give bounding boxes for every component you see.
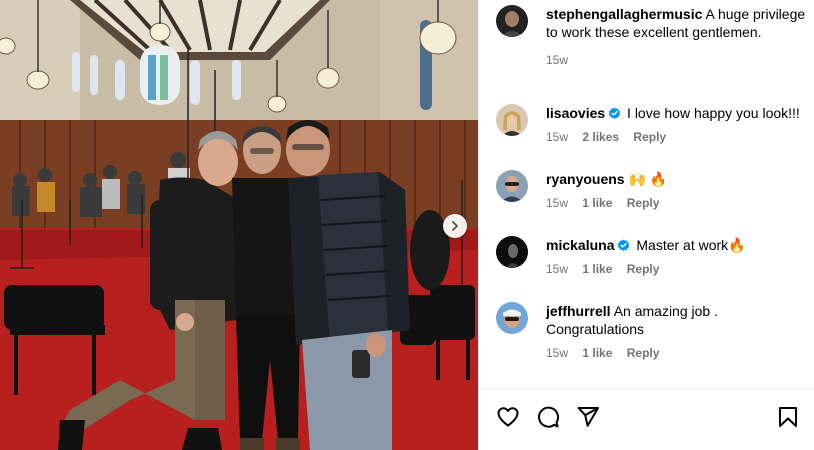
avatar[interactable] (496, 236, 528, 268)
post-photo (0, 0, 478, 450)
comment-text: Master at work🔥 (636, 237, 746, 253)
divider (479, 388, 814, 389)
reply-button[interactable]: Reply (627, 262, 660, 276)
avatar[interactable] (496, 5, 528, 37)
share-icon (577, 407, 599, 427)
comment-button[interactable] (534, 403, 562, 431)
reply-button[interactable]: Reply (627, 196, 660, 210)
verified-badge-icon (618, 239, 630, 251)
bookmark-icon (779, 407, 797, 427)
heart-icon (497, 407, 519, 427)
profile-photo-icon (496, 5, 528, 37)
comment-likes[interactable]: 1 like (582, 262, 612, 276)
avatar[interactable] (496, 104, 528, 136)
profile-photo-icon (496, 170, 528, 202)
comment-icon (538, 406, 560, 428)
save-button[interactable] (774, 403, 802, 431)
comment-time[interactable]: 15w (546, 346, 568, 360)
avatar[interactable] (496, 302, 528, 334)
next-photo-button[interactable] (443, 214, 467, 238)
comment-likes[interactable]: 1 like (582, 196, 612, 210)
comment-username[interactable]: mickaluna (546, 237, 614, 253)
caption-time[interactable]: 15w (546, 53, 568, 67)
comment-username[interactable]: lisaovies (546, 105, 605, 121)
reply-button[interactable]: Reply (633, 130, 666, 144)
verified-badge-icon (608, 107, 621, 119)
caption-username[interactable]: stephengallaghermusic (546, 6, 702, 22)
comment-time[interactable]: 15w (546, 262, 568, 276)
avatar[interactable] (496, 170, 528, 202)
share-button[interactable] (574, 403, 602, 431)
profile-photo-icon (496, 104, 528, 136)
like-button[interactable] (494, 403, 522, 431)
comment-likes[interactable]: 1 like (582, 346, 612, 360)
profile-photo-icon (496, 236, 528, 268)
chevron-right-icon (452, 221, 458, 231)
post-actions (479, 403, 814, 431)
profile-photo-icon (496, 302, 528, 334)
comments-panel: stephengallaghermusic A huge privilege t… (478, 0, 814, 450)
comment-username[interactable]: ryanyouens (546, 171, 625, 187)
photo-image (0, 0, 478, 450)
comment-text: I love how happy you look!!! (627, 105, 800, 121)
comment-time[interactable]: 15w (546, 130, 568, 144)
reply-button[interactable]: Reply (627, 346, 660, 360)
comment-text: 🙌 🔥 (628, 171, 668, 187)
comment-username[interactable]: jeffhurrell (546, 303, 611, 319)
comment-likes[interactable]: 2 likes (582, 130, 619, 144)
comment-time[interactable]: 15w (546, 196, 568, 210)
